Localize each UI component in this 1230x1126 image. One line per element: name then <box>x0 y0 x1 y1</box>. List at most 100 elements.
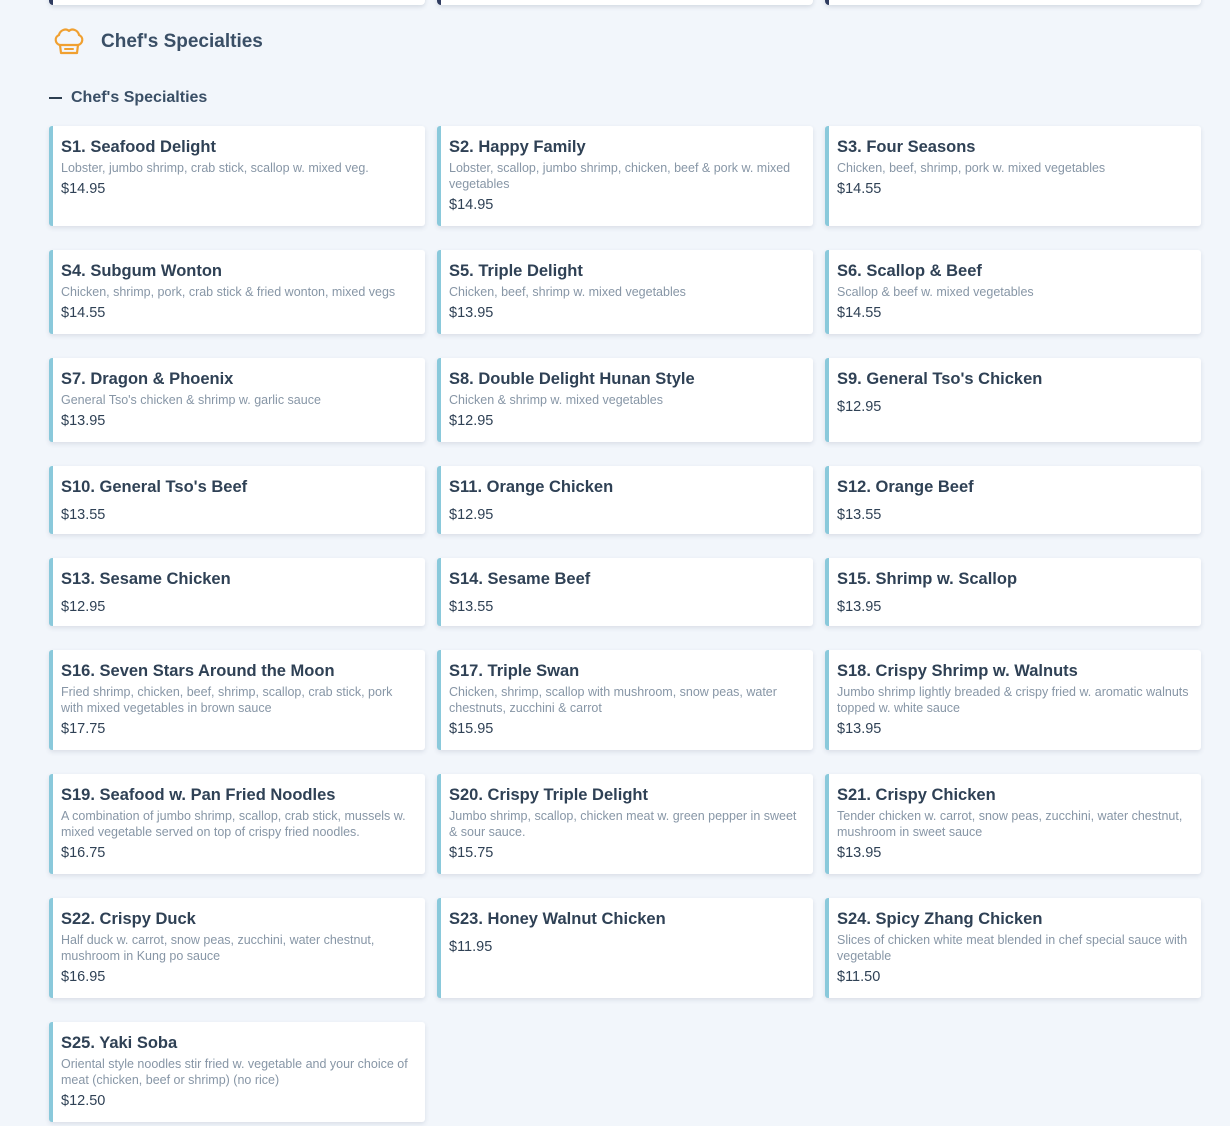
menu-item-name: S23. Honey Walnut Chicken <box>449 910 666 928</box>
menu-item-price: $14.55 <box>837 181 882 197</box>
menu-item-description: Lobster, scallop, jumbo shrimp, chicken,… <box>449 161 791 191</box>
menu-item-name: S19. Seafood w. Pan Fried Noodles <box>61 786 336 804</box>
menu-item-name: S5. Triple Delight <box>449 262 583 280</box>
menu-item-card[interactable]: S9. General Tso's Chicken $12.95 <box>825 358 1201 442</box>
menu-item-card[interactable]: S1. Seafood Delight Lobster, jumbo shrimp… <box>49 126 425 226</box>
menu-item-name: S11. Orange Chicken <box>449 478 614 496</box>
menu-item-name: S18. Crispy Shrimp w. Walnuts <box>837 662 1078 680</box>
menu-item-description: Chicken, shrimp, scallop with mushroom, … <box>449 685 777 715</box>
menu-item-price: $12.95 <box>449 507 494 523</box>
menu-item-description: Fried shrimp, chicken, beef, shrimp, sca… <box>61 685 393 715</box>
menu-item-card[interactable]: S19. Seafood w. Pan Fried Noodles A combi… <box>49 774 425 874</box>
menu-item-name: S13. Sesame Chicken <box>61 570 231 588</box>
menu-item-name: S16. Seven Stars Around the Moon <box>61 662 335 680</box>
menu-item-card[interactable]: S10. General Tso's Beef $13.55 <box>49 466 425 534</box>
menu-item-price: $17.75 <box>61 721 106 737</box>
menu-item-price: $15.95 <box>449 721 494 737</box>
menu-item-name: S7. Dragon & Phoenix <box>61 370 234 388</box>
menu-item-name: S2. Happy Family <box>449 138 586 156</box>
menu-item-price: $15.75 <box>449 845 494 861</box>
previous-section-tail <box>0 0 1230 8</box>
menu-item-description: Scallop & beef w. mixed vegetables <box>837 285 1034 299</box>
menu-item-name: S10. General Tso's Beef <box>61 478 248 496</box>
menu-item-name: S25. Yaki Soba <box>61 1034 178 1052</box>
menu-item-name: S17. Triple Swan <box>449 662 580 680</box>
menu-item-price: $12.50 <box>61 1093 106 1109</box>
menu-item-name: S3. Four Seasons <box>837 138 976 156</box>
menu-item-name: S1. Seafood Delight <box>61 138 216 156</box>
menu-item-card[interactable]: S7. Dragon & Phoenix General Tso's chicke… <box>49 358 425 442</box>
menu-item-price: $13.95 <box>61 413 106 429</box>
menu-item-name: S4. Subgum Wonton <box>61 262 223 280</box>
menu-item-card[interactable]: S6. Scallop & Beef Scallop & beef w. mixe… <box>825 250 1201 334</box>
menu-card-partial[interactable] <box>825 0 1201 5</box>
category-title: Chef's Specialties <box>71 89 208 106</box>
menu-card-partial[interactable] <box>49 0 425 5</box>
menu-item-name: S22. Crispy Duck <box>61 910 196 928</box>
menu-item-price: $16.95 <box>61 969 106 985</box>
menu-item-description: Chicken & shrimp w. mixed vegetables <box>449 393 663 407</box>
menu-item-card[interactable]: S25. Yaki Soba Oriental style noodles sti… <box>49 1022 425 1122</box>
menu-item-description: Tender chicken w. carrot, snow peas, zuc… <box>837 809 1183 839</box>
menu-item-price: $14.95 <box>449 197 494 213</box>
menu-item-description: Jumbo shrimp lightly breaded & crispy fr… <box>837 685 1189 715</box>
menu-item-description: Jumbo shrimp, scallop, chicken meat w. g… <box>449 809 797 839</box>
menu-item-price: $12.95 <box>449 413 494 429</box>
menu-item-name: S8. Double Delight Hunan Style <box>449 370 695 388</box>
menu-item-price: $13.95 <box>449 305 494 321</box>
menu-item-description: Half duck w. carrot, snow peas, zucchini… <box>61 933 375 963</box>
section-header: Chef's Specialties <box>52 24 263 60</box>
menu-item-card[interactable]: S3. Four Seasons Chicken, beef, shrimp, p… <box>825 126 1201 226</box>
menu-item-price: $13.55 <box>61 507 106 523</box>
menu-item-card[interactable]: S14. Sesame Beef $13.55 <box>437 558 813 626</box>
menu-item-description: Lobster, jumbo shrimp, crab stick, scall… <box>61 161 369 175</box>
menu-item-card[interactable]: S20. Crispy Triple Delight Jumbo shrimp, … <box>437 774 813 874</box>
menu-item-price: $12.95 <box>837 399 882 415</box>
menu-item-description: Chicken, beef, shrimp w. mixed vegetable… <box>449 285 686 299</box>
menu-item-card[interactable]: S17. Triple Swan Chicken, shrimp, scallop… <box>437 650 813 750</box>
menu-item-name: S14. Sesame Beef <box>449 570 591 588</box>
menu-item-card[interactable]: S5. Triple Delight Chicken, beef, shrimp … <box>437 250 813 334</box>
menu-item-card[interactable]: S21. Crispy Chicken Tender chicken w. car… <box>825 774 1201 874</box>
menu-item-price: $13.95 <box>837 721 882 737</box>
menu-item-price: $11.50 <box>837 969 881 985</box>
menu-item-name: S12. Orange Beef <box>837 478 974 496</box>
menu-item-name: S9. General Tso's Chicken <box>837 370 1043 388</box>
menu-item-description: General Tso's chicken & shrimp w. garlic… <box>61 393 321 407</box>
menu-item-card[interactable]: S8. Double Delight Hunan Style Chicken & … <box>437 358 813 442</box>
menu-item-card[interactable]: S22. Crispy Duck Half duck w. carrot, sno… <box>49 898 425 998</box>
menu-item-price: $13.95 <box>837 599 882 615</box>
menu-item-card[interactable]: S24. Spicy Zhang Chicken Slices of chicke… <box>825 898 1201 998</box>
menu-item-card[interactable]: S11. Orange Chicken $12.95 <box>437 466 813 534</box>
menu-item-card[interactable]: S12. Orange Beef $13.55 <box>825 466 1201 534</box>
menu-card-partial[interactable] <box>437 0 813 5</box>
menu-item-card[interactable]: S2. Happy Family Lobster, scallop, jumbo … <box>437 126 813 226</box>
menu-item-description: Chicken, shrimp, pork, crab stick & frie… <box>61 285 396 299</box>
menu-item-card[interactable]: S15. Shrimp w. Scallop $13.95 <box>825 558 1201 626</box>
menu-item-price: $14.55 <box>837 305 882 321</box>
menu-item-description: Oriental style noodles stir fried w. veg… <box>61 1057 408 1087</box>
menu-item-price: $16.75 <box>61 845 106 861</box>
menu-item-name: S6. Scallop & Beef <box>837 262 982 280</box>
menu-item-card[interactable]: S4. Subgum Wonton Chicken, shrimp, pork, … <box>49 250 425 334</box>
menu-item-card[interactable]: S16. Seven Stars Around the Moon Fried sh… <box>49 650 425 750</box>
menu-item-price: $14.95 <box>61 181 106 197</box>
menu-item-price: $13.55 <box>837 507 882 523</box>
menu-item-price: $14.55 <box>61 305 106 321</box>
menu-item-name: S21. Crispy Chicken <box>837 786 996 804</box>
menu-item-description: Slices of chicken white meat blended in … <box>837 933 1188 963</box>
menu-item-price: $13.95 <box>837 845 882 861</box>
menu-item-price: $11.95 <box>449 939 493 955</box>
menu-item-name: S20. Crispy Triple Delight <box>449 786 648 804</box>
chef-hat-icon <box>54 28 84 55</box>
menu-item-card[interactable]: S18. Crispy Shrimp w. Walnuts Jumbo shrim… <box>825 650 1201 750</box>
menu-item-description: A combination of jumbo shrimp, scallop, … <box>61 809 406 839</box>
category-toggle[interactable]: Chef's Specialties <box>49 87 207 109</box>
menu-item-name: S15. Shrimp w. Scallop <box>837 570 1018 588</box>
menu-item-card[interactable]: S13. Sesame Chicken $12.95 <box>49 558 425 626</box>
menu-item-price: $13.55 <box>449 599 494 615</box>
section-title: Chef's Specialties <box>101 31 263 52</box>
collapse-minus-icon <box>49 97 62 99</box>
menu-item-price: $12.95 <box>61 599 106 615</box>
menu-item-card[interactable]: S23. Honey Walnut Chicken $11.95 <box>437 898 813 998</box>
